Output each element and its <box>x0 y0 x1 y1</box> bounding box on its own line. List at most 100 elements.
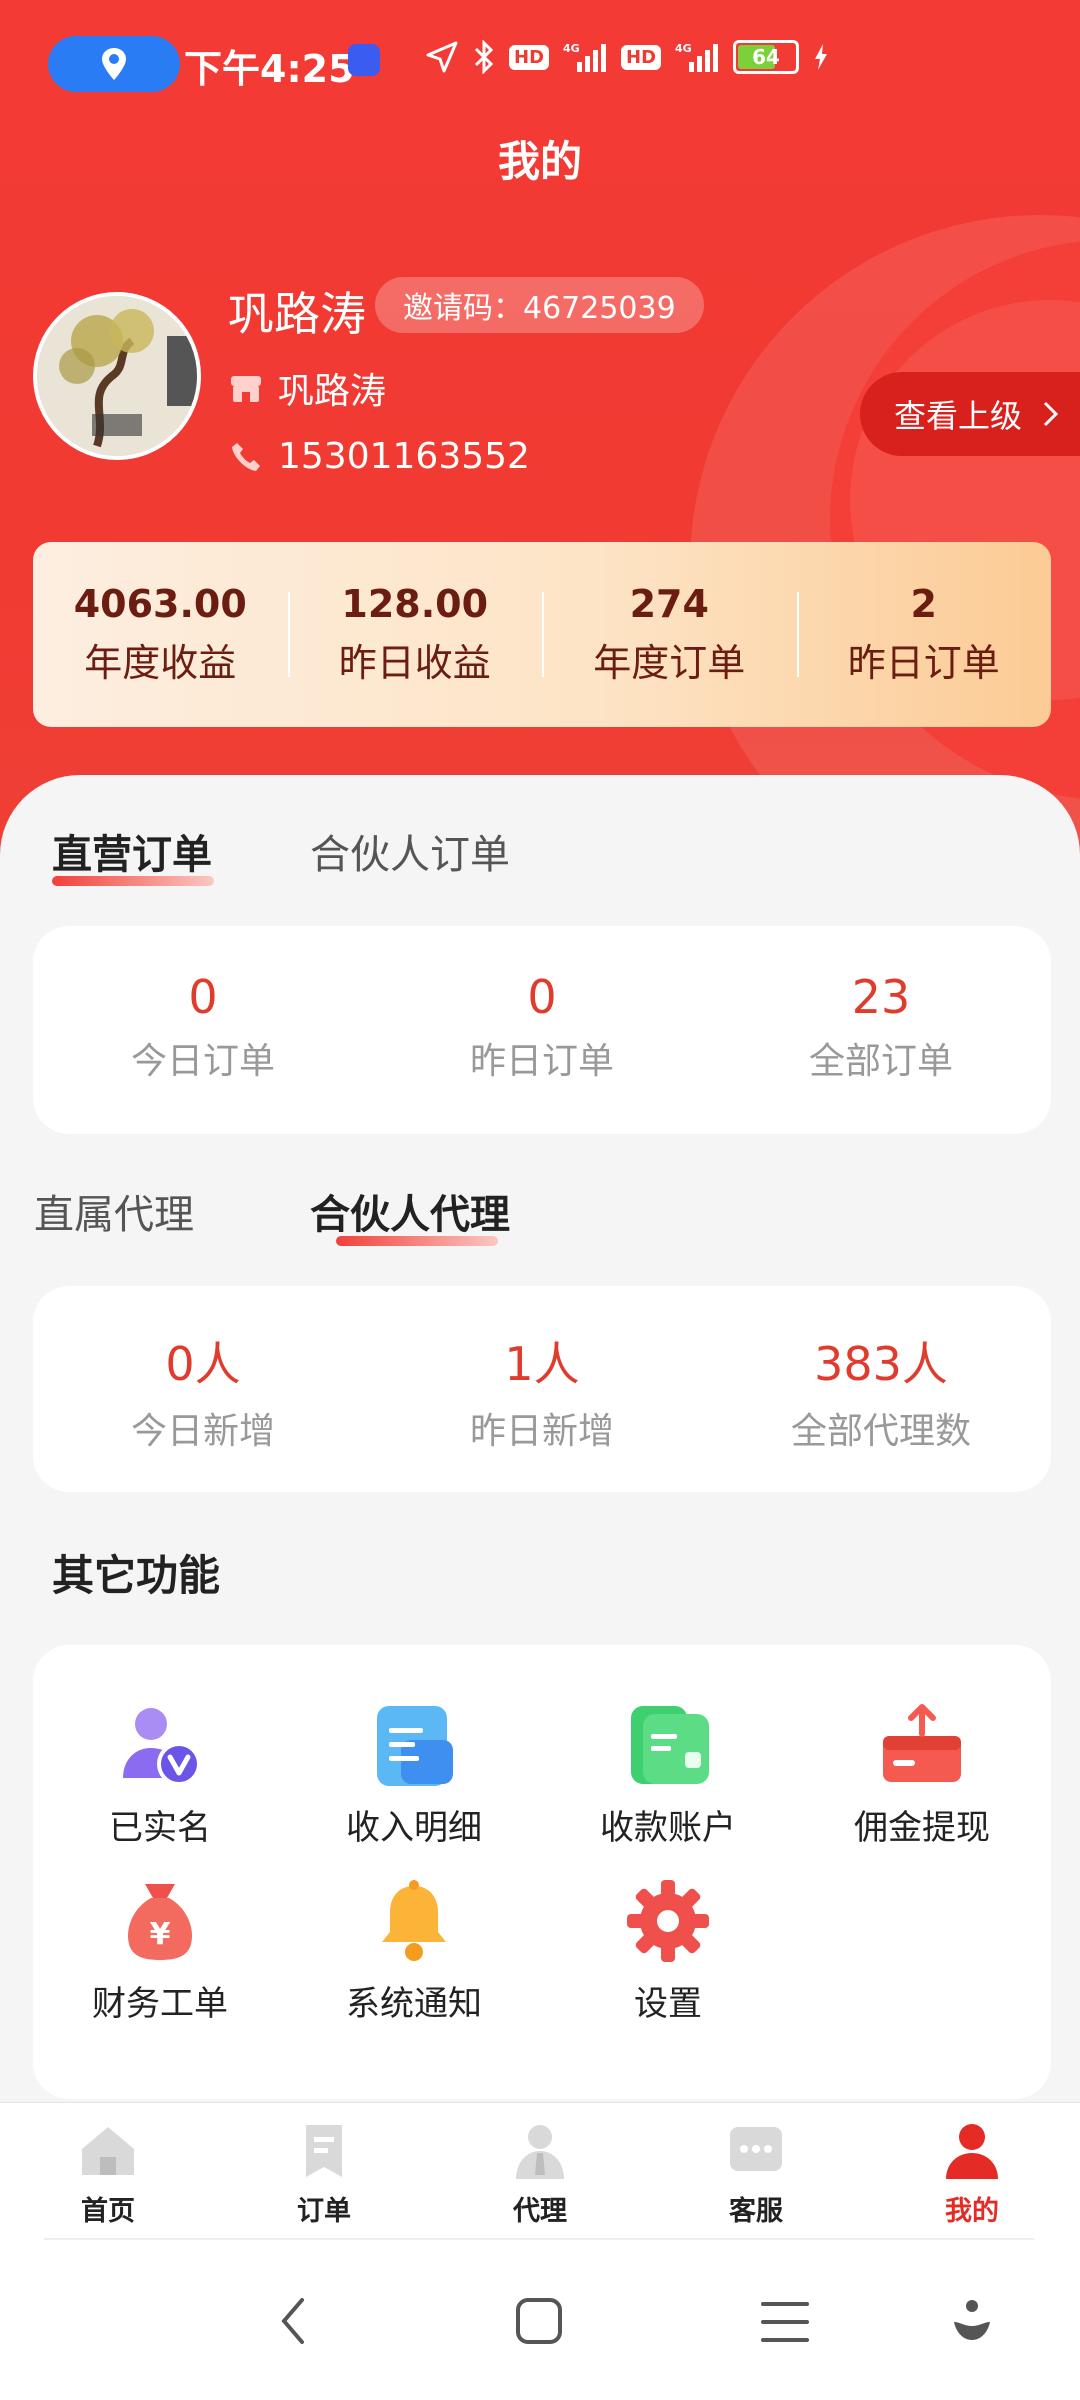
func-label: 佣金提现 <box>854 1808 990 1848</box>
func-finance-ticket[interactable]: ¥ 财务工单 <box>33 1876 287 2025</box>
nav-customer-service[interactable]: 客服 <box>648 2121 864 2228</box>
metric-label: 昨日新增 <box>469 1411 614 1452</box>
metric-today-new-agents[interactable]: 0人 今日新增 <box>33 1328 373 1454</box>
func-label: 财务工单 <box>92 1984 228 2024</box>
nav-label: 客服 <box>729 2196 783 2227</box>
stat-label: 年度订单 <box>593 641 746 685</box>
bonsai-avatar-image <box>37 296 197 456</box>
metric-all-agents[interactable]: 383人 全部代理数 <box>711 1328 1051 1454</box>
stat-label: 年度收益 <box>84 641 237 685</box>
bottom-nav: 首页 订单 代理 客服 我的 <box>0 2102 1080 2241</box>
signal-4g-icon: 4G <box>563 42 607 72</box>
metric-all-orders[interactable]: 23 全部订单 <box>711 970 1051 1084</box>
phone-number: 15301163552 <box>278 436 530 477</box>
order-metrics-card: 0 今日订单 0 昨日订单 23 全部订单 <box>33 926 1051 1134</box>
stat-label: 昨日订单 <box>847 641 1000 685</box>
home-icon <box>78 2121 138 2181</box>
recent-apps-icon[interactable] <box>760 2300 810 2344</box>
nav-home[interactable]: 首页 <box>0 2121 216 2228</box>
phone-icon <box>232 442 260 471</box>
func-label: 已实名 <box>109 1808 211 1848</box>
metric-value: 0 <box>188 970 218 1024</box>
svg-text:4G: 4G <box>675 42 692 55</box>
func-receiving-account[interactable]: 收款账户 <box>541 1700 795 1849</box>
func-income-detail[interactable]: 收入明细 <box>287 1700 541 1849</box>
func-settings[interactable]: 设置 <box>541 1876 795 2025</box>
metric-yesterday-new-agents[interactable]: 1人 昨日新增 <box>372 1328 712 1454</box>
nav-label: 订单 <box>297 2196 351 2227</box>
phone-row: 15301163552 <box>228 436 530 477</box>
battery-icon: 64 <box>733 40 800 74</box>
shop-row: 巩路涛 <box>228 362 386 414</box>
shop-name: 巩路涛 <box>278 371 387 412</box>
other-functions-title: 其它功能 <box>52 1551 221 1600</box>
tab-direct-agents[interactable]: 直属代理 <box>34 1182 194 1240</box>
svg-text:4G: 4G <box>563 42 580 55</box>
metric-value: 1人 <box>504 1337 580 1391</box>
nav-orders[interactable]: 订单 <box>216 2121 432 2228</box>
page-title: 我的 <box>497 137 582 186</box>
location-pin-icon <box>102 48 126 80</box>
bell-icon <box>369 1876 459 1966</box>
bluetooth-icon <box>474 40 494 74</box>
gear-icon <box>623 1876 713 1966</box>
status-bar: 下午4:25 HD 4G HD 4G 64 <box>0 0 1080 120</box>
metric-value: 383人 <box>814 1337 948 1391</box>
home-square-icon[interactable] <box>514 2296 564 2346</box>
func-label: 设置 <box>634 1984 702 2024</box>
person-icon <box>942 2121 1002 2181</box>
status-time: 下午4:25 <box>184 47 355 91</box>
active-tab-indicator <box>52 876 214 886</box>
view-upper-button[interactable]: 查看上级 <box>860 372 1080 456</box>
system-navigation-bar <box>0 2240 1080 2400</box>
back-icon[interactable] <box>276 2294 310 2348</box>
stat-annual-orders[interactable]: 274 年度订单 <box>542 582 797 687</box>
withdraw-icon <box>877 1700 967 1790</box>
metric-yesterday-orders[interactable]: 0 昨日订单 <box>372 970 712 1084</box>
nav-agents[interactable]: 代理 <box>432 2121 648 2228</box>
avatar[interactable] <box>33 292 201 460</box>
func-commission-withdraw[interactable]: 佣金提现 <box>795 1700 1049 1849</box>
active-tab-indicator <box>336 1236 498 1246</box>
stat-value: 274 <box>629 582 709 626</box>
tab-direct-orders[interactable]: 直营订单 <box>52 822 212 880</box>
stat-value: 2 <box>910 582 937 626</box>
func-verified[interactable]: 已实名 <box>33 1700 287 1849</box>
invite-code-badge[interactable]: 邀请码：46725039 <box>375 277 704 333</box>
nav-mine[interactable]: 我的 <box>864 2121 1080 2228</box>
nav-label: 我的 <box>945 2196 999 2227</box>
metric-today-orders[interactable]: 0 今日订单 <box>33 970 373 1084</box>
location-pill[interactable] <box>48 36 180 92</box>
nav-label: 代理 <box>513 2196 567 2227</box>
hd-badge-icon: HD <box>621 44 662 70</box>
assistant-icon[interactable] <box>950 2296 994 2346</box>
status-icons: HD 4G HD 4G 64 <box>425 40 829 74</box>
nav-label: 首页 <box>81 2196 135 2227</box>
stat-annual-income[interactable]: 4063.00 年度收益 <box>33 582 288 687</box>
wallet-icon <box>623 1700 713 1790</box>
income-detail-icon <box>369 1700 459 1790</box>
user-name: 巩路涛 <box>228 287 366 341</box>
tab-partner-orders[interactable]: 合伙人订单 <box>310 822 510 880</box>
tab-partner-agents[interactable]: 合伙人代理 <box>310 1182 510 1240</box>
stat-yesterday-income[interactable]: 128.00 昨日收益 <box>287 582 543 687</box>
hd-badge-icon: HD <box>509 44 550 70</box>
view-upper-label: 查看上级 <box>894 397 1023 435</box>
func-label: 收入明细 <box>346 1808 482 1848</box>
func-label: 收款账户 <box>600 1808 736 1848</box>
stat-value: 4063.00 <box>73 582 247 626</box>
func-label: 系统通知 <box>346 1984 482 2024</box>
chevron-right-icon <box>1043 401 1059 427</box>
navigation-arrow-icon <box>426 41 458 73</box>
agent-icon <box>510 2121 570 2181</box>
store-icon <box>231 376 261 402</box>
charging-icon <box>815 44 828 70</box>
metric-label: 全部订单 <box>808 1041 953 1082</box>
func-system-notice[interactable]: 系统通知 <box>287 1876 541 2025</box>
stat-yesterday-orders[interactable]: 2 昨日订单 <box>796 582 1052 687</box>
metric-label: 昨日订单 <box>469 1041 614 1082</box>
app-notification-icon <box>348 44 380 76</box>
signal-4g-icon: 4G <box>675 42 719 72</box>
metric-value: 0 <box>527 970 557 1024</box>
stat-value: 128.00 <box>341 582 489 626</box>
